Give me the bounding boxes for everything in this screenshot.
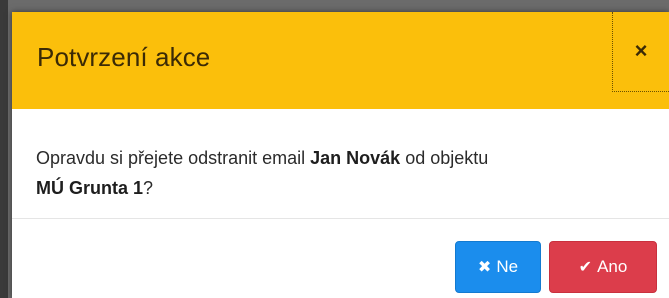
object-name: MÚ Grunta 1 bbox=[36, 178, 144, 198]
dialog-title: Potvrzení akce bbox=[37, 42, 211, 72]
no-button-label: Ne bbox=[496, 257, 519, 276]
dialog-header: Potvrzení akce × bbox=[12, 12, 669, 109]
yes-button[interactable]: ✔ Ano bbox=[549, 241, 657, 293]
yes-button-label: Ano bbox=[597, 257, 628, 276]
dialog-footer: ✖ Ne ✔ Ano bbox=[12, 219, 669, 298]
close-button[interactable]: × bbox=[612, 12, 669, 92]
confirm-dialog: Potvrzení akce × Opravdu si přejete odst… bbox=[12, 12, 669, 298]
body-text-middle: od objektu bbox=[400, 148, 489, 168]
check-icon: ✔ bbox=[578, 259, 593, 276]
times-icon: ✖ bbox=[477, 259, 492, 276]
close-icon: × bbox=[634, 37, 648, 63]
email-name: Jan Novák bbox=[310, 148, 401, 168]
no-button[interactable]: ✖ Ne bbox=[455, 241, 541, 293]
dialog-body: Opravdu si přejete odstranit email Jan N… bbox=[12, 109, 669, 219]
page-backdrop bbox=[0, 0, 8, 298]
body-text-prefix: Opravdu si přejete odstranit email bbox=[36, 148, 311, 168]
body-text-suffix: ? bbox=[143, 178, 154, 198]
